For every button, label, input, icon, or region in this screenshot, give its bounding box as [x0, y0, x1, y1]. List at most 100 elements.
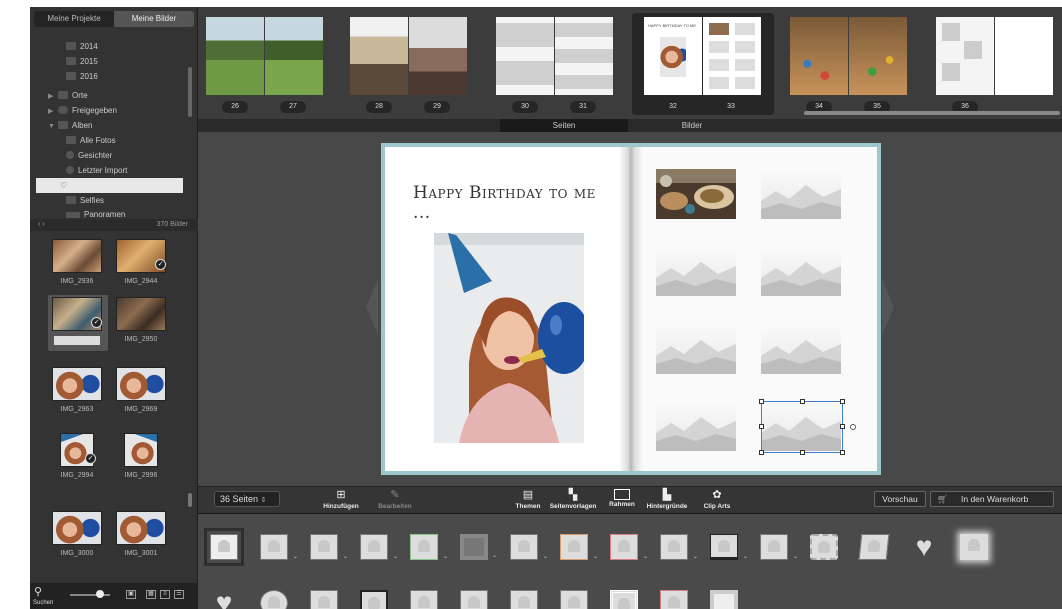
photo-tile[interactable]: IMG_2996: [112, 431, 172, 487]
pages-select[interactable]: 36 Seiten ⇕: [214, 491, 280, 507]
photo-tile[interactable]: IMG_3001: [112, 509, 172, 565]
frame-option[interactable]: [660, 590, 688, 609]
heart-frame-icon[interactable]: ♥: [910, 533, 938, 561]
more-icon[interactable]: ⌄: [543, 553, 548, 560]
spread-26-27[interactable]: 26 27: [204, 13, 326, 115]
frame-option[interactable]: [560, 590, 588, 609]
frame-option[interactable]: [858, 534, 890, 560]
frame-option[interactable]: [360, 590, 388, 609]
tree-item-favorites[interactable]: ♡: [36, 178, 183, 193]
tab-pages[interactable]: Seiten: [500, 119, 628, 132]
preview-button[interactable]: Vorschau: [874, 491, 926, 507]
photo-tile[interactable]: IMG_2950: [112, 295, 172, 351]
grid-scrollbar[interactable]: [188, 493, 192, 507]
tab-photos[interactable]: Bilder: [628, 119, 756, 132]
rotate-handle[interactable]: [850, 424, 856, 430]
resize-handle[interactable]: [800, 399, 805, 404]
frame-option[interactable]: ⌄: [560, 534, 598, 560]
add-button[interactable]: ⊞ Hinzufügen: [316, 489, 366, 510]
resize-handle[interactable]: [840, 450, 845, 455]
page-headline[interactable]: Happy Birthday to me ...: [413, 183, 613, 223]
more-icon[interactable]: ⌄: [743, 553, 748, 560]
search-icon[interactable]: ⚲: [34, 585, 42, 598]
tree-item-2015[interactable]: 2015: [30, 54, 190, 69]
add-to-cart-button[interactable]: 🛒︎ In den Warenkorb: [930, 491, 1054, 507]
frame-option[interactable]: ⌄: [360, 534, 398, 560]
tree-item-all-photos[interactable]: Alle Fotos: [30, 133, 190, 148]
tree-item-faces[interactable]: Gesichter: [30, 148, 190, 163]
photo-tile[interactable]: ✓ IMG_2994: [48, 431, 108, 487]
previous-spread-arrow[interactable]: [366, 279, 378, 335]
grid-nav-arrows[interactable]: ‹ ›: [38, 219, 45, 231]
edit-button[interactable]: ✎ Bearbeiten: [370, 489, 420, 510]
frame-option[interactable]: [260, 590, 288, 609]
frame-option[interactable]: ⌄: [760, 534, 798, 560]
frame-option[interactable]: ⌄: [710, 534, 748, 560]
resize-handle[interactable]: [840, 399, 845, 404]
disclosure-down-icon[interactable]: ▼: [48, 119, 58, 134]
resize-handle[interactable]: [840, 424, 845, 429]
photo-tile[interactable]: IMG_3000: [48, 509, 108, 565]
photo-tile[interactable]: ✓ IMG_2944: [112, 237, 172, 293]
list-view-icon[interactable]: ≡: [160, 590, 170, 599]
spread-32-33-selected[interactable]: HAPPY BIRTHDAY TO ME 32 33: [632, 13, 774, 115]
resize-handle[interactable]: [759, 399, 764, 404]
more-icon[interactable]: ⌄: [492, 552, 497, 559]
resize-handle[interactable]: [759, 450, 764, 455]
frame-option[interactable]: ⌄: [260, 534, 298, 560]
more-icon[interactable]: ⌄: [293, 553, 298, 560]
themes-button[interactable]: ▤ Themen: [512, 489, 544, 510]
resize-handle[interactable]: [800, 450, 805, 455]
single-view-icon[interactable]: ▣: [126, 590, 136, 599]
tree-item-shared[interactable]: ▶ Freigegeben: [30, 103, 190, 118]
resize-handle[interactable]: [759, 424, 764, 429]
photo-placeholder[interactable]: [761, 169, 841, 219]
layouts-button[interactable]: ▚ Seitenvorlagen: [542, 489, 604, 510]
frame-option[interactable]: [310, 590, 338, 609]
photo-placeholder[interactable]: [656, 401, 736, 451]
more-icon[interactable]: ⌄: [343, 553, 348, 560]
frame-option[interactable]: ⌄: [660, 534, 698, 560]
birthday-photo[interactable]: [434, 233, 590, 443]
food-photo[interactable]: [656, 169, 736, 219]
more-icon[interactable]: ⌄: [643, 553, 648, 560]
more-icon[interactable]: ⌄: [593, 553, 598, 560]
more-icon[interactable]: ⌄: [443, 553, 448, 560]
heart-frame-icon[interactable]: ♥: [210, 589, 238, 609]
backgrounds-button[interactable]: ▙ Hintergründe: [638, 489, 696, 510]
photo-placeholder[interactable]: [656, 246, 736, 296]
photo-tile[interactable]: IMG_2936: [48, 237, 108, 293]
frame-option[interactable]: [460, 590, 488, 609]
clip-arts-button[interactable]: ✿ Clip Arts: [698, 489, 736, 510]
tab-my-photos[interactable]: Meine Bilder: [114, 11, 194, 27]
left-page[interactable]: Happy Birthday to me ...: [385, 147, 629, 471]
photo-tile-selected[interactable]: ✓ IMG_2948: [48, 295, 108, 351]
spread-36[interactable]: 36: [934, 13, 1056, 115]
strip-scrollbar[interactable]: [804, 111, 1060, 115]
frame-option[interactable]: ⌄: [310, 534, 348, 560]
selection-frame[interactable]: [759, 399, 856, 455]
tree-item-2014[interactable]: 2014: [30, 39, 190, 54]
frame-option[interactable]: [410, 590, 438, 609]
more-icon[interactable]: ⌄: [693, 553, 698, 560]
frame-option-selected[interactable]: [204, 528, 244, 566]
frames-button[interactable]: □Rahmen: [604, 489, 640, 508]
frame-option[interactable]: ⌄: [410, 534, 448, 560]
more-icon[interactable]: ⌄: [393, 553, 398, 560]
tree-item-places[interactable]: ▶ Orte: [30, 88, 190, 103]
zoom-slider-knob[interactable]: [96, 590, 104, 598]
frame-option[interactable]: [960, 534, 988, 560]
grid-view-icon[interactable]: ▦: [146, 590, 156, 599]
tree-item-albums[interactable]: ▼ Alben: [30, 118, 190, 133]
tree-scrollbar[interactable]: [188, 67, 192, 117]
photo-tile[interactable]: IMG_2963: [48, 365, 108, 421]
photo-tile[interactable]: IMG_2969: [112, 365, 172, 421]
spread-28-29[interactable]: 28 29: [348, 13, 470, 115]
frame-option[interactable]: [510, 590, 538, 609]
photo-placeholder[interactable]: [761, 246, 841, 296]
detail-view-icon[interactable]: ☰: [174, 590, 184, 599]
frame-option[interactable]: [610, 590, 638, 609]
disclosure-right-icon[interactable]: ▶: [48, 104, 58, 119]
more-icon[interactable]: ⌄: [793, 553, 798, 560]
frame-option[interactable]: ⌄: [460, 534, 497, 560]
